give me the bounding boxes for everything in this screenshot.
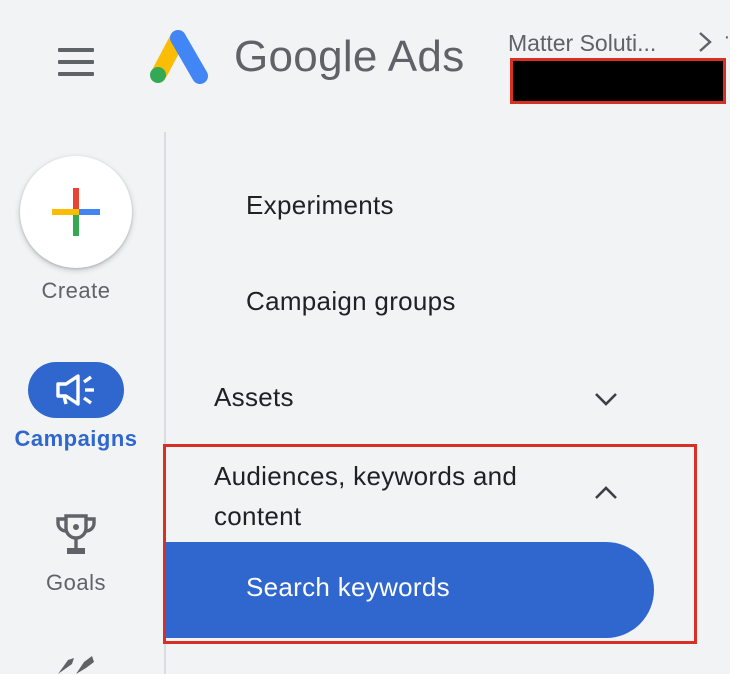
chevron-down-icon[interactable]	[593, 390, 619, 408]
redacted-account-id	[510, 58, 726, 104]
account-name[interactable]: Matter Soluti...	[508, 30, 656, 57]
campaigns-nav-button[interactable]	[28, 362, 124, 418]
nav-item-search-keywords[interactable]: Search keywords	[166, 542, 654, 638]
create-button[interactable]	[20, 156, 132, 268]
create-label: Create	[41, 278, 111, 303]
campaigns-label[interactable]: Campaigns	[0, 426, 152, 452]
product-name[interactable]: Google Ads	[234, 32, 465, 82]
wrench-icon[interactable]	[52, 654, 100, 674]
breadcrumb-next: ‧	[724, 28, 730, 48]
chevron-right-icon	[699, 32, 712, 52]
nav-item-audiences-keywords-content[interactable]: Audiences, keywords and content	[214, 456, 584, 536]
nav-item-campaign-groups[interactable]: Campaign groups	[246, 286, 456, 317]
search-keywords-label: Search keywords	[246, 572, 450, 602]
plus-icon	[52, 188, 100, 236]
nav-item-experiments[interactable]: Experiments	[246, 190, 394, 221]
chevron-up-icon[interactable]	[593, 484, 619, 502]
nav-item-assets[interactable]: Assets	[214, 382, 294, 413]
google-ads-logo	[150, 30, 208, 84]
menu-icon[interactable]	[52, 42, 100, 82]
google-ads-page: Google Ads Matter Soluti... ‧ Create Cam…	[0, 0, 730, 674]
trophy-icon[interactable]	[52, 512, 100, 558]
megaphone-icon	[56, 374, 94, 406]
goals-label[interactable]: Goals	[0, 570, 152, 596]
